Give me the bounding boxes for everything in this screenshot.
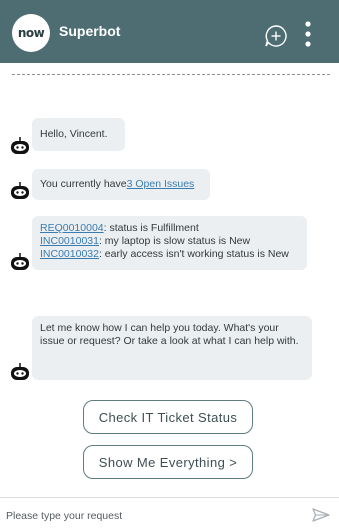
bot-avatar-icon xyxy=(11,137,29,154)
issue-link[interactable]: INC0010031 xyxy=(40,235,99,247)
message-text: Let me know how I can help you today. Wh… xyxy=(40,322,299,347)
show-me-everything-button[interactable]: Show Me Everything > xyxy=(83,445,253,479)
send-icon[interactable] xyxy=(312,508,330,522)
issue-link[interactable]: REQ0010004 xyxy=(40,222,104,234)
message-text: Hello, Vincent. xyxy=(40,128,108,140)
bot-avatar-icon xyxy=(11,253,29,270)
chat-plus-icon[interactable] xyxy=(263,23,289,49)
chat-input-bar xyxy=(0,497,339,530)
open-issues-link[interactable]: 3 Open Issues xyxy=(127,178,195,191)
bot-message: Let me know how I can help you today. Wh… xyxy=(32,316,312,380)
bot-avatar-icon xyxy=(11,363,29,380)
logo-text: now xyxy=(17,26,45,40)
issue-status: : my laptop is slow status is New xyxy=(98,235,251,247)
chat-title: Superbot xyxy=(59,23,121,39)
bot-message: Hello, Vincent. xyxy=(32,118,125,151)
issue-status: : status is Fulfillment xyxy=(103,222,199,234)
message-input[interactable] xyxy=(6,508,296,524)
issue-line: REQ0010004: status is Fulfillment xyxy=(40,222,299,235)
now-logo: now xyxy=(12,14,50,52)
issue-link[interactable]: INC0010032 xyxy=(40,248,99,260)
check-it-ticket-status-button[interactable]: Check IT Ticket Status xyxy=(83,400,253,434)
history-divider xyxy=(12,74,330,75)
chat-header: now Superbot xyxy=(0,0,339,63)
bot-message: You currently have 3 Open Issues xyxy=(32,169,210,200)
bot-message: REQ0010004: status is Fulfillment INC001… xyxy=(32,216,307,270)
more-vertical-icon[interactable] xyxy=(302,20,314,50)
issue-line: INC0010031: my laptop is slow status is … xyxy=(40,235,299,248)
issue-line: INC0010032: early access isn't working s… xyxy=(40,248,299,261)
bot-avatar-icon xyxy=(11,182,29,199)
issue-status: : early access isn't working status is N… xyxy=(98,248,289,260)
message-text: You currently have xyxy=(40,178,127,190)
